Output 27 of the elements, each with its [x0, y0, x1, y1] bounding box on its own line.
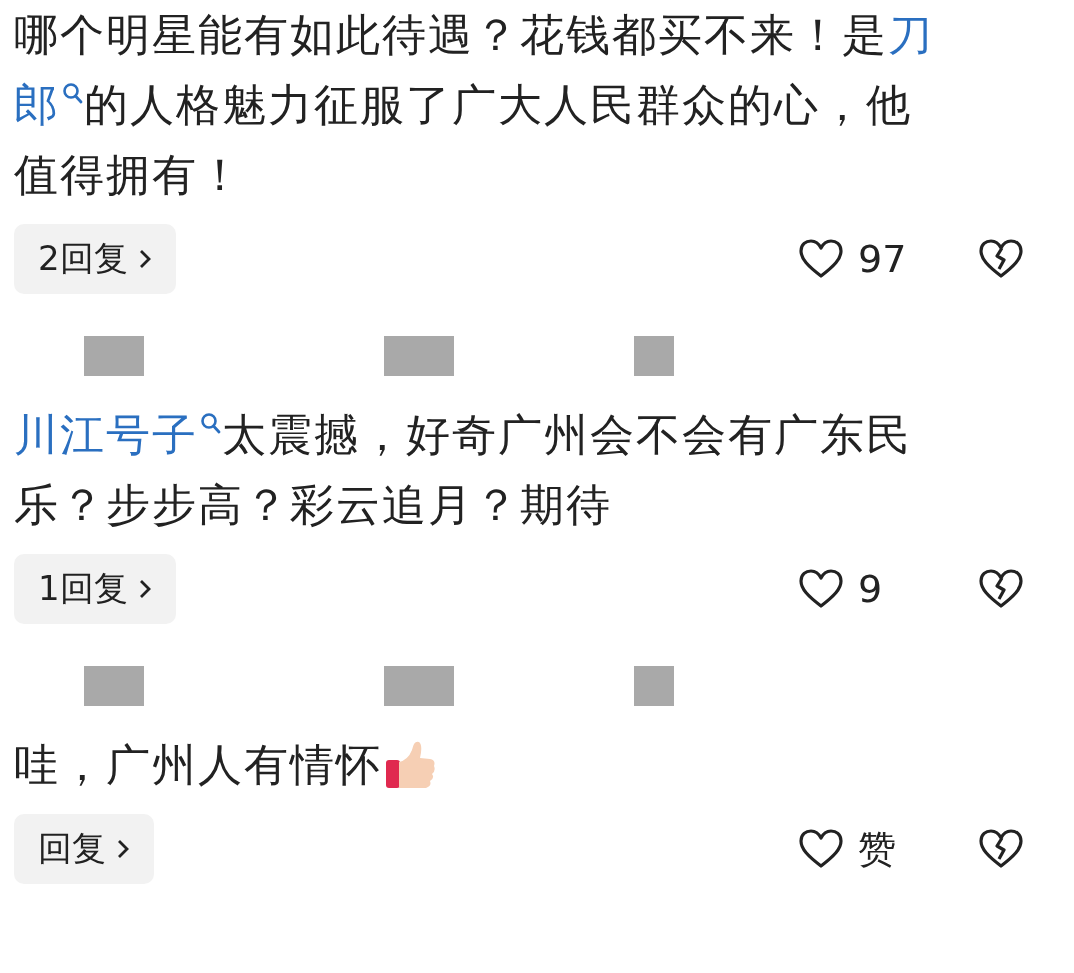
heart-icon[interactable] [798, 828, 844, 870]
broken-heart-icon[interactable] [978, 828, 1024, 870]
replies-button[interactable]: 回复 [14, 814, 154, 884]
redaction-block [84, 336, 144, 376]
like-count: 赞 [858, 825, 896, 873]
broken-heart-icon[interactable] [978, 238, 1024, 280]
mention-link[interactable]: 郎 [14, 75, 60, 135]
comment-text: 太震撼，好奇广州会不会有广东民 [222, 407, 912, 462]
mention-link[interactable]: 川江号子 [14, 405, 198, 465]
heart-icon[interactable] [798, 238, 844, 280]
replies-button[interactable]: 2回复 [14, 224, 176, 294]
comment-text: 哪个明星能有如此待遇？花钱都买不来！是 [14, 7, 888, 62]
replies-button[interactable]: 1回复 [14, 554, 176, 624]
redaction-block [634, 666, 674, 706]
heart-icon[interactable] [798, 568, 844, 610]
redaction-block [634, 336, 674, 376]
redaction-block [384, 666, 454, 706]
like-count: 97 [858, 237, 907, 281]
redaction-block [84, 666, 144, 706]
comment-text: 乐？步步高？彩云追月？期待 [14, 477, 612, 532]
comment-text: 的人格魅力征服了广大人民群众的心，他 [84, 77, 912, 132]
comment-text: 哇，广州人有情怀 [14, 737, 382, 792]
broken-heart-icon[interactable] [978, 568, 1024, 610]
redaction-block [384, 336, 454, 376]
like-count: 9 [858, 567, 883, 611]
comment-text: 值得拥有！ [14, 147, 244, 202]
mention-link[interactable]: 刀 [888, 5, 934, 65]
